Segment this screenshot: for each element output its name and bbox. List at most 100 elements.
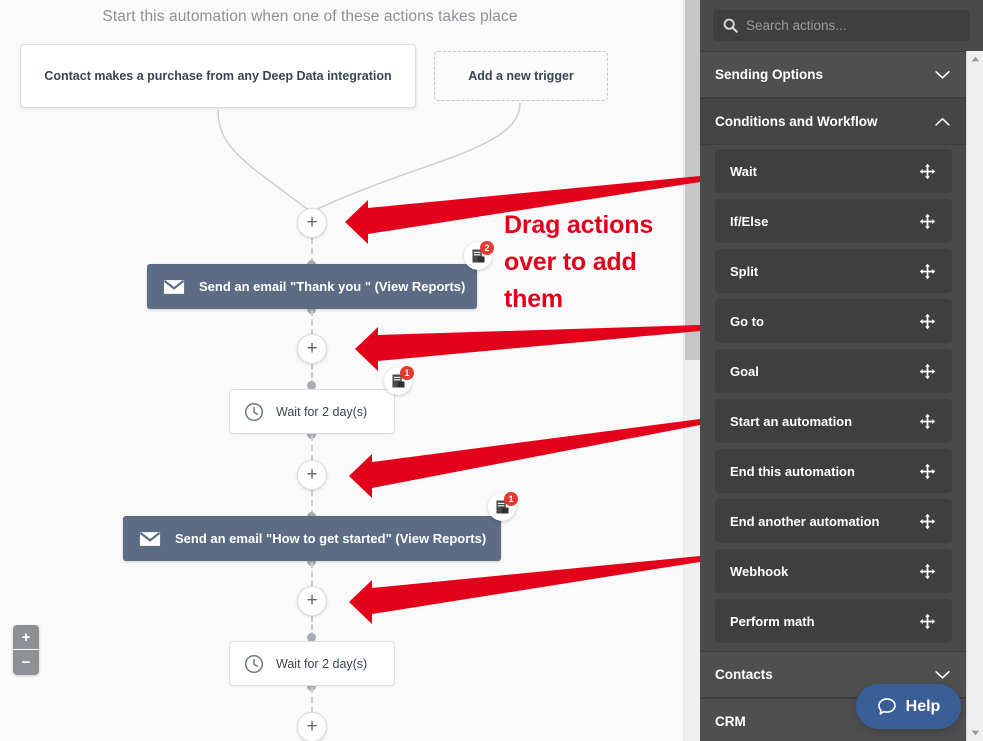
action-block-wait[interactable]: Wait for 2 day(s) bbox=[229, 641, 395, 686]
add-new-trigger-button[interactable]: Add a new trigger bbox=[434, 51, 608, 101]
scroll-down-arrow[interactable] bbox=[967, 725, 983, 741]
search-icon bbox=[723, 18, 738, 33]
plus-icon: + bbox=[306, 463, 318, 485]
canvas-header: Start this automation when one of these … bbox=[102, 8, 518, 25]
action-item-label: Start an automation bbox=[730, 413, 853, 429]
move-handle-icon[interactable] bbox=[919, 263, 936, 280]
sidebar-vertical-scrollbar[interactable] bbox=[966, 51, 983, 741]
zoom-in-button[interactable]: + bbox=[13, 625, 39, 650]
minus-icon: − bbox=[21, 654, 31, 671]
chevron-down-icon bbox=[935, 670, 950, 679]
action-block-wait[interactable]: Wait for 2 day(s) bbox=[229, 389, 395, 434]
action-block-send-email[interactable]: Send an email "How to get started" (View… bbox=[123, 516, 501, 561]
connector-stem bbox=[311, 562, 313, 587]
section-title: Sending Options bbox=[715, 67, 823, 82]
zoom-controls: + − bbox=[13, 625, 39, 675]
move-handle-icon[interactable] bbox=[919, 413, 936, 430]
action-list-conditions-and-workflow: Wait If/Else Split Go to Goal Start an a… bbox=[700, 145, 966, 651]
move-handle-icon[interactable] bbox=[919, 363, 936, 380]
search-box[interactable] bbox=[713, 10, 970, 41]
move-handle-icon[interactable] bbox=[919, 513, 936, 530]
add-action-button[interactable]: + bbox=[297, 712, 327, 741]
action-item-go-to[interactable]: Go to bbox=[715, 299, 952, 343]
action-item-if-else[interactable]: If/Else bbox=[715, 199, 952, 243]
scroll-up-arrow[interactable] bbox=[967, 51, 983, 67]
action-item-label: End another automation bbox=[730, 513, 880, 529]
envelope-icon bbox=[139, 531, 161, 546]
help-button-label: Help bbox=[905, 697, 941, 715]
plus-icon: + bbox=[306, 211, 318, 233]
move-handle-icon[interactable] bbox=[919, 463, 936, 480]
plus-icon: + bbox=[306, 715, 318, 737]
action-item-goal[interactable]: Goal bbox=[715, 349, 952, 393]
clock-icon bbox=[244, 654, 264, 673]
connector-stem bbox=[311, 435, 313, 461]
section-title: CRM bbox=[715, 714, 746, 729]
action-item-webhook[interactable]: Webhook bbox=[715, 549, 952, 593]
action-item-label: Webhook bbox=[730, 563, 789, 579]
move-handle-icon[interactable] bbox=[919, 163, 936, 180]
add-trigger-label: Add a new trigger bbox=[468, 68, 574, 83]
section-header-conditions-and-workflow[interactable]: Conditions and Workflow bbox=[700, 98, 966, 145]
add-action-button[interactable]: + bbox=[297, 334, 327, 364]
action-item-split[interactable]: Split bbox=[715, 249, 952, 293]
help-button[interactable]: Help bbox=[856, 684, 961, 729]
add-action-button[interactable]: + bbox=[297, 208, 327, 238]
trigger-connector-lines bbox=[217, 102, 521, 213]
canvas-vertical-scrollbar[interactable] bbox=[683, 0, 700, 741]
plus-icon: + bbox=[306, 589, 318, 611]
plus-icon: + bbox=[306, 337, 318, 359]
action-block-label: Wait for 2 day(s) bbox=[276, 404, 368, 419]
report-count: 2 bbox=[480, 241, 494, 255]
view-reports-badge[interactable]: 1 bbox=[488, 492, 518, 521]
action-item-wait[interactable]: Wait bbox=[715, 149, 952, 193]
action-item-end-this-automation[interactable]: End this automation bbox=[715, 449, 952, 493]
view-reports-badge[interactable]: 1 bbox=[384, 366, 414, 395]
plus-icon: + bbox=[21, 628, 31, 646]
action-block-label: Send an email "How to get started" (View… bbox=[175, 531, 487, 546]
action-item-label: Go to bbox=[730, 313, 764, 329]
zoom-out-button[interactable]: − bbox=[13, 650, 39, 675]
action-item-start-an-automation[interactable]: Start an automation bbox=[715, 399, 952, 443]
caret-down-icon bbox=[971, 730, 980, 736]
trigger-label: Contact makes a purchase from any Deep D… bbox=[44, 68, 392, 83]
action-item-label: If/Else bbox=[730, 213, 769, 229]
automation-builder: Start this automation when one of these … bbox=[0, 0, 983, 741]
sidebar-scroll-area: Sending Options Conditions and Workflow … bbox=[700, 51, 966, 741]
action-item-label: Perform math bbox=[730, 613, 815, 629]
clock-icon bbox=[244, 402, 264, 421]
section-title: Conditions and Workflow bbox=[715, 114, 878, 129]
section-header-sending-options[interactable]: Sending Options bbox=[700, 51, 966, 98]
actions-sidebar: Sending Options Conditions and Workflow … bbox=[700, 0, 983, 741]
search-input[interactable] bbox=[738, 18, 970, 33]
report-count: 1 bbox=[400, 366, 414, 380]
move-handle-icon[interactable] bbox=[919, 313, 936, 330]
action-item-perform-math[interactable]: Perform math bbox=[715, 599, 952, 643]
action-item-label: Goal bbox=[730, 363, 759, 379]
envelope-icon bbox=[163, 279, 185, 294]
action-item-label: Wait bbox=[730, 163, 757, 179]
action-item-label: End this automation bbox=[730, 463, 855, 479]
action-block-label: Send an email "Thank you " (View Reports… bbox=[199, 279, 466, 294]
report-count: 1 bbox=[504, 492, 518, 506]
move-handle-icon[interactable] bbox=[919, 613, 936, 630]
chevron-down-icon bbox=[935, 70, 950, 79]
section-title: Contacts bbox=[715, 667, 773, 682]
automation-canvas[interactable]: Start this automation when one of these … bbox=[0, 0, 683, 741]
connector-stem bbox=[311, 687, 313, 713]
action-item-label: Split bbox=[730, 263, 759, 279]
trigger-card-purchase[interactable]: Contact makes a purchase from any Deep D… bbox=[20, 44, 416, 108]
action-item-end-another-automation[interactable]: End another automation bbox=[715, 499, 952, 543]
add-action-button[interactable]: + bbox=[297, 586, 327, 616]
chat-bubble-icon bbox=[877, 697, 896, 715]
annotation-label: Drag actions over to add them bbox=[504, 211, 654, 313]
add-action-button[interactable]: + bbox=[297, 460, 327, 490]
move-handle-icon[interactable] bbox=[919, 563, 936, 580]
move-handle-icon[interactable] bbox=[919, 213, 936, 230]
connector-stem bbox=[311, 310, 313, 335]
view-reports-badge[interactable]: 2 bbox=[464, 241, 494, 270]
action-block-label: Wait for 2 day(s) bbox=[276, 656, 368, 671]
chevron-up-icon bbox=[935, 117, 950, 126]
caret-up-icon bbox=[971, 56, 980, 62]
action-block-send-email[interactable]: Send an email "Thank you " (View Reports… bbox=[147, 264, 477, 309]
